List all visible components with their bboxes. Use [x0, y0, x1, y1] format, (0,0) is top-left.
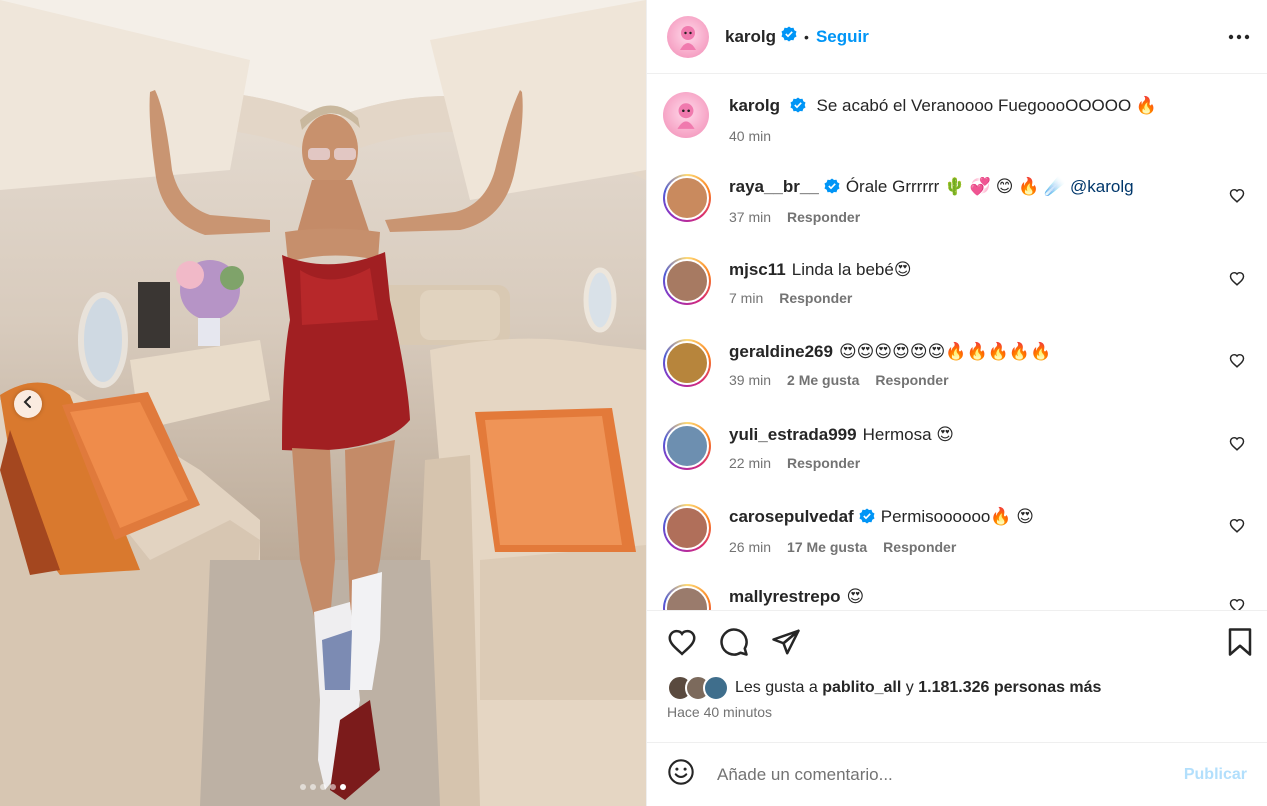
comment-input[interactable] — [717, 764, 1184, 785]
comment-time: 22 min — [729, 455, 772, 471]
comment-like-heart-icon[interactable] — [1229, 436, 1245, 456]
reply-button[interactable]: Responder — [875, 372, 948, 388]
comment-time: 39 min — [729, 372, 772, 388]
header-separator: • — [804, 28, 809, 45]
commenter-avatar[interactable] — [663, 339, 711, 387]
carousel-indicator — [0, 784, 646, 790]
comment-text: 😍 — [846, 587, 865, 606]
carousel-dot — [300, 784, 306, 790]
carousel-dot — [310, 784, 316, 790]
likes-joiner: y — [905, 679, 914, 696]
caption-time: 40 min — [729, 128, 772, 144]
comment-time: 7 min — [729, 290, 764, 306]
comment-text: 😍😍😍😍😍😍🔥🔥🔥🔥🔥 — [838, 342, 1052, 361]
comments-list[interactable]: karolg Se acabó el Veranoooo FuegoooOOOO… — [647, 74, 1267, 610]
verified-badge-icon — [790, 97, 806, 119]
comment-like-heart-icon[interactable] — [1229, 598, 1245, 610]
comment-item: mjsc11 Linda la bebé😍 7 min Responder — [663, 257, 1251, 306]
owner-avatar-art — [680, 25, 696, 50]
photo-scene — [0, 0, 646, 806]
smiley-icon[interactable] — [667, 758, 695, 791]
reply-button[interactable]: Responder — [883, 539, 956, 555]
likes-count[interactable]: 1.181.326 personas más — [918, 679, 1101, 697]
caption-text: Se acabó el Veranoooo FuegoooOOOOO 🔥 — [816, 96, 1158, 115]
comment-text: Órale Grrrrrr 🌵 💞 😊 🔥 ☄️ — [845, 177, 1066, 196]
instagram-post-modal: karolg • Seguir karolg Se acabó el Veran… — [0, 0, 1267, 806]
post-details: karolg • Seguir karolg Se acabó el Veran… — [646, 0, 1267, 806]
posted-time: Hace 40 minutos — [667, 704, 773, 720]
comment-like-heart-icon[interactable] — [1229, 188, 1245, 208]
likes-user[interactable]: pablito_all — [822, 679, 901, 697]
verified-badge-icon — [781, 26, 797, 47]
carousel-dot — [340, 784, 346, 790]
commenter-avatar-image — [665, 259, 709, 303]
comment-item: raya__br__ Órale Grrrrrr 🌵 💞 😊 🔥 ☄️ @karo… — [663, 174, 1251, 225]
verified-badge-icon — [859, 508, 875, 530]
comment-time: 37 min — [729, 209, 772, 225]
verified-badge-icon — [824, 178, 840, 200]
more-horizontal-icon[interactable] — [1227, 25, 1251, 49]
comment-time: 26 min — [729, 539, 772, 555]
post-photo[interactable] — [0, 0, 646, 806]
add-comment-bar: Publicar — [647, 742, 1267, 806]
comment-like-heart-icon[interactable] — [1229, 271, 1245, 291]
carousel-dot — [320, 784, 326, 790]
carousel-dot — [330, 784, 336, 790]
commenter-username[interactable]: mjsc11 — [729, 260, 786, 279]
comment-like-heart-icon[interactable] — [1229, 353, 1245, 373]
comment-item: yuli_estrada999 Hermosa 😍 22 min Responder — [663, 422, 1251, 471]
commenter-username[interactable]: carosepulvedaf — [729, 507, 854, 526]
commenter-avatar-image — [665, 341, 709, 385]
publish-button[interactable]: Publicar — [1184, 766, 1247, 784]
follow-button[interactable]: Seguir — [816, 27, 869, 47]
comment-text: Linda la bebé😍 — [791, 260, 912, 279]
comment-item: mallyrestrepo 😍 — [663, 584, 1251, 610]
heart-icon[interactable] — [667, 628, 697, 656]
comment-likes[interactable]: 17 Me gusta — [787, 539, 867, 555]
comment-like-heart-icon[interactable] — [1229, 518, 1245, 538]
owner-avatar[interactable] — [667, 15, 709, 58]
comment-text: Hermosa 😍 — [862, 425, 955, 444]
caption: karolg Se acabó el Veranoooo FuegoooOOOO… — [663, 92, 1251, 144]
likes-summary: Les gusta a pablito_all y 1.181.326 pers… — [647, 672, 1267, 704]
liker-avatar — [703, 675, 729, 701]
commenter-avatar[interactable] — [663, 422, 711, 470]
action-bar — [647, 610, 1267, 672]
reply-button[interactable]: Responder — [787, 455, 860, 471]
comment-mention[interactable]: @karolg — [1070, 177, 1134, 196]
caption-username[interactable]: karolg — [729, 96, 780, 115]
comment-icon[interactable] — [719, 627, 749, 657]
commenter-avatar[interactable] — [663, 584, 711, 610]
commenter-avatar[interactable] — [663, 504, 711, 552]
bookmark-icon[interactable] — [1227, 627, 1253, 657]
previous-photo-button[interactable] — [14, 390, 42, 418]
comment-item: geraldine269 😍😍😍😍😍😍🔥🔥🔥🔥🔥 39 min 2 Me gusta R… — [663, 339, 1251, 388]
share-icon[interactable] — [771, 627, 801, 657]
commenter-avatar[interactable] — [663, 257, 711, 305]
liker-avatars — [667, 675, 729, 701]
commenter-avatar-image — [665, 506, 709, 550]
comment-item: carosepulvedaf Permisoooooo🔥 😍 26 min 17 Me… — [663, 504, 1251, 555]
commenter-avatar[interactable] — [663, 174, 711, 222]
comment-text: Permisoooooo🔥 😍 — [880, 507, 1034, 526]
owner-username[interactable]: karolg — [725, 27, 776, 47]
commenter-username[interactable]: raya__br__ — [729, 177, 819, 196]
commenter-username[interactable]: mallyrestrepo — [729, 587, 841, 606]
commenter-avatar-image — [665, 586, 709, 610]
commenter-avatar-image — [665, 176, 709, 220]
chevron-left-icon — [22, 395, 34, 413]
reply-button[interactable]: Responder — [787, 209, 860, 225]
commenter-avatar-image — [665, 424, 709, 468]
likes-prefix: Les gusta a — [735, 679, 818, 696]
caption-avatar[interactable] — [663, 92, 709, 138]
commenter-username[interactable]: geraldine269 — [729, 342, 833, 361]
comment-likes[interactable]: 2 Me gusta — [787, 372, 859, 388]
caption-avatar-art — [677, 103, 695, 129]
commenter-username[interactable]: yuli_estrada999 — [729, 425, 857, 444]
post-header: karolg • Seguir — [647, 0, 1267, 74]
reply-button[interactable]: Responder — [779, 290, 852, 306]
